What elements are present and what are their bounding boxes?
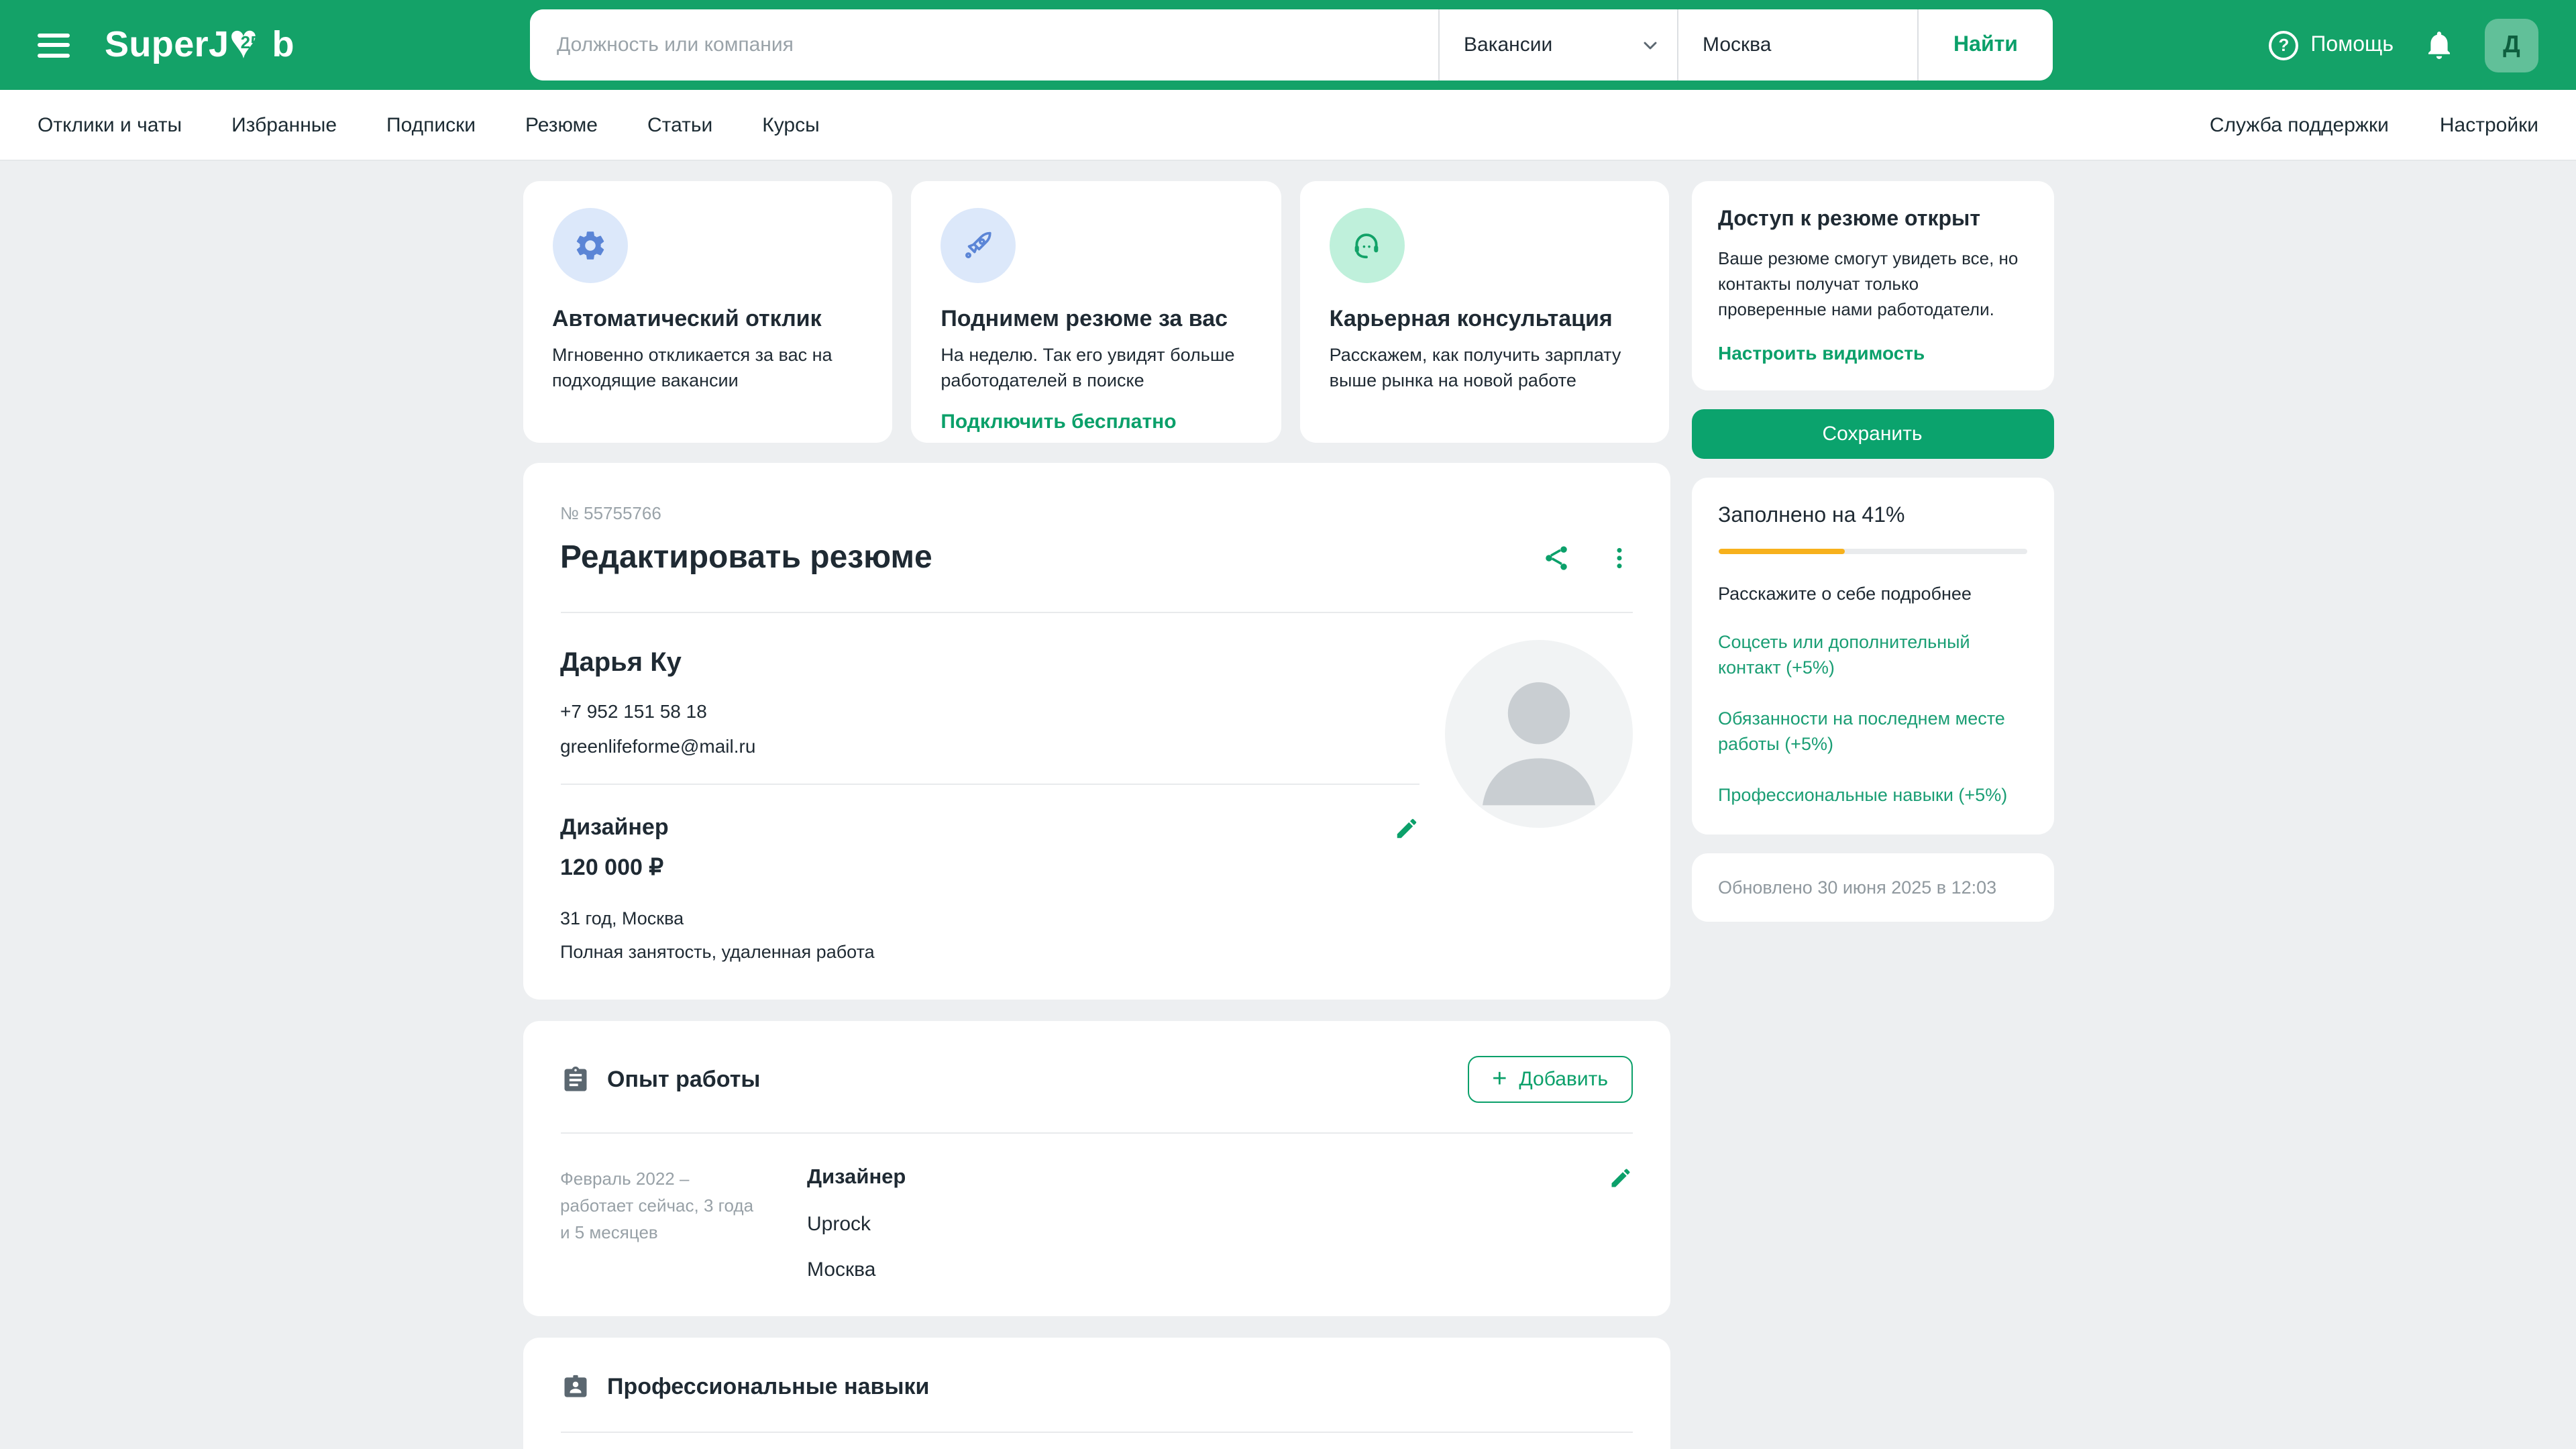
nav-item-support[interactable]: Служба поддержки [2210,113,2389,136]
logo-heart-icon: ♥25 [229,22,272,68]
logo-text-suffix: b [272,24,294,66]
person-silhouette-icon [1444,640,1632,828]
promo-card-description: Расскажем, как получить зарплату выше ры… [1330,343,1640,394]
desired-position: Дизайнер [560,814,669,841]
completion-title: Заполнено на 41% [1718,504,2027,528]
header-right-group: ? Помощь Д [2269,0,2538,90]
avatar-placeholder [1444,640,1632,828]
nav-item-settings[interactable]: Настройки [2440,113,2538,136]
location-input[interactable] [1678,9,1917,80]
page-title: Редактировать резюме [560,539,932,577]
nav-item-responses[interactable]: Отклики и чаты [38,113,182,136]
search-category-select[interactable]: Вакансии [1440,9,1677,80]
resume-edit-panel: № 55755766 Редактировать резюме Дарья Ку… [523,463,1670,1000]
visibility-panel: Доступ к резюме открыт Ваше резюме смогу… [1691,181,2053,390]
promo-card-title: Поднимем резюме за вас [941,306,1251,333]
rocket-icon [941,208,1016,283]
updated-timestamp: Обновлено 30 июня 2025 в 12:03 [1718,878,1996,898]
save-button[interactable]: Сохранить [1691,409,2053,458]
hamburger-menu-icon[interactable] [38,33,70,57]
search-category-value: Вакансии [1464,34,1552,56]
add-experience-label: Добавить [1519,1068,1608,1091]
promo-card-description: Мгновенно откликается за вас на подходящ… [552,343,863,394]
configure-visibility-link[interactable]: Настроить видимость [1718,341,2027,363]
completion-subtitle: Расскажите о себе подробнее [1718,583,2027,603]
experience-company: Uprock [807,1213,1557,1236]
updated-panel: Обновлено 30 июня 2025 в 12:03 [1691,854,2053,922]
chevron-down-icon [1640,34,1661,56]
edit-experience-pencil-icon[interactable] [1608,1166,1632,1190]
edit-position-pencil-icon[interactable] [1393,815,1419,841]
experience-panel: Опыт работы + Добавить Февраль 2022 – ра… [523,1021,1670,1316]
candidate-name: Дарья Ку [560,648,1419,679]
nav-item-resume[interactable]: Резюме [525,113,598,136]
progress-bar [1718,548,2027,553]
promo-card-auto-response[interactable]: Автоматический отклик Мгновенно откликае… [523,181,892,443]
notifications-bell-icon[interactable] [2423,29,2455,61]
add-social-contact-link[interactable]: Соцсеть или дополнительный контакт (+5%) [1718,629,2027,680]
top-header: SuperJ♥25b Вакансии Найти ? Помощь Д [0,0,2576,90]
connect-free-link[interactable]: Подключить бесплатно [941,411,1251,433]
help-button[interactable]: ? Помощь [2269,30,2394,60]
nav-item-subscriptions[interactable]: Подписки [386,113,476,136]
search-input[interactable] [530,9,1438,80]
promo-cards-row: Автоматический отклик Мгновенно откликае… [523,181,1670,443]
promo-card-boost-resume[interactable]: Поднимем резюме за вас На неделю. Так ег… [911,181,1281,443]
clipboard-icon [560,1065,590,1094]
experience-entry: Февраль 2022 – работает сейчас, 3 года и… [560,1166,1632,1281]
sidebar-column: Доступ к резюме открыт Ваше резюме смогу… [1691,181,2053,922]
main-nav: Отклики и чаты Избранные Подписки Резюме… [0,90,2576,161]
promo-card-description: На неделю. Так его увидят больше работод… [941,343,1251,394]
question-circle-icon: ? [2269,30,2298,60]
add-skills-link[interactable]: Профессиональные навыки (+5%) [1718,783,2027,808]
add-experience-button[interactable]: + Добавить [1468,1056,1632,1103]
user-avatar-button[interactable]: Д [2485,18,2538,72]
nav-right-items: Служба поддержки Настройки [2210,113,2538,136]
help-label: Помощь [2310,33,2394,57]
content-area: Автоматический отклик Мгновенно откликае… [523,181,2053,1449]
page: SuperJ♥25b Вакансии Найти ? Помощь Д [0,0,2576,1449]
share-icon[interactable] [1541,543,1570,573]
visibility-text: Ваше резюме смогут увидеть все, но конта… [1718,246,2027,323]
progress-fill [1718,548,1845,553]
promo-card-title: Автоматический отклик [552,306,863,333]
superjob-logo[interactable]: SuperJ♥25b [105,22,294,68]
skills-title: Профессиональные навыки [607,1374,929,1401]
skills-panel: Профессиональные навыки Ваши навыки [523,1338,1670,1449]
experience-period: Февраль 2022 – работает сейчас, 3 года и… [560,1166,764,1281]
promo-card-career-consult[interactable]: Карьерная консультация Расскажем, как по… [1300,181,1670,443]
plus-icon: + [1492,1069,1507,1089]
age-location: 31 год, Москва [560,908,1419,928]
resume-number: № 55755766 [560,503,1632,523]
search-bar: Вакансии Найти [530,9,2053,80]
add-duties-link[interactable]: Обязанности на последнем месте работы (+… [1718,706,2027,757]
nav-item-courses[interactable]: Курсы [762,113,819,136]
visibility-title: Доступ к резюме открыт [1718,208,2027,232]
nav-item-articles[interactable]: Статьи [647,113,712,136]
completion-panel: Заполнено на 41% Расскажите о себе подро… [1691,477,2053,835]
divider [560,1132,1632,1134]
logo-heart-number: 25 [229,32,272,52]
candidate-email: greenlifeforme@mail.ru [560,735,1419,757]
main-column: Автоматический отклик Мгновенно откликае… [523,181,1670,1449]
experience-position: Дизайнер [807,1166,1557,1190]
kebab-menu-icon[interactable] [1605,545,1632,572]
badge-icon [560,1373,590,1402]
promo-card-title: Карьерная консультация [1330,306,1640,333]
employment-type: Полная занятость, удаленная работа [560,942,1419,962]
experience-title: Опыт работы [607,1066,760,1093]
experience-city: Москва [807,1258,1557,1281]
divider [560,1432,1632,1433]
desired-salary: 120 000 ₽ [560,855,1419,881]
candidate-phone: +7 952 151 58 18 [560,700,1419,722]
nav-left-items: Отклики и чаты Избранные Подписки Резюме… [38,113,820,136]
logo-text-prefix: SuperJ [105,24,229,66]
nav-item-favorites[interactable]: Избранные [231,113,337,136]
divider [560,784,1419,785]
gear-icon [552,208,627,283]
headset-icon [1330,208,1405,283]
experience-details: Дизайнер Uprock Москва [807,1166,1557,1281]
find-button[interactable]: Найти [1919,9,2053,80]
